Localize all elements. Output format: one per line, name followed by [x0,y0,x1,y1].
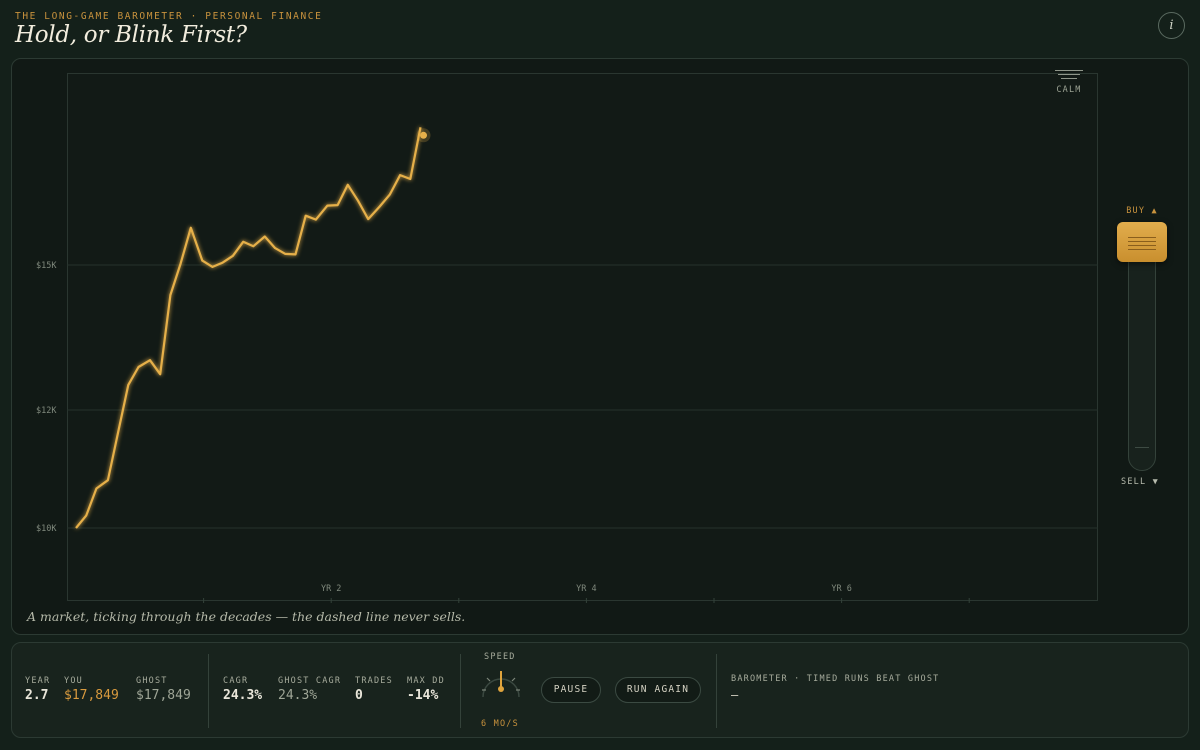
max-dd-label: MAX DD [407,676,445,686]
barometer-status-label: BAROMETER · TIMED RUNS BEAT GHOST [731,674,940,684]
calm-icon [1048,70,1090,79]
barometer-buy-label: BUY ▲ [1126,206,1158,216]
price-chart: $10K $12K $15K YR 2 YR 4 YR 6 [36,127,1098,603]
barometer-handle[interactable] [1117,222,1167,262]
x-tick-label: YR 4 [576,584,596,594]
cagr-value: 24.3% [223,688,263,703]
ghost-label: GHOST [136,676,168,686]
barometer-status-value: — [731,688,739,702]
current-value-dot [420,131,428,139]
cagr-label: CAGR [223,676,249,686]
year-label: YEAR [25,676,51,686]
year-value: 2.7 [25,688,49,703]
ghost-cagr-value: 24.3% [278,688,318,703]
y-tick-label: $10K [36,524,57,534]
stats-divider [716,654,717,728]
barometer-neutral-tick [1135,447,1149,448]
barometer-track[interactable] [1128,230,1156,471]
stats-divider [208,654,209,728]
x-tick-label: YR 2 [321,584,341,594]
ghost-value: $17,849 [136,688,191,703]
you-value: $17,849 [64,688,119,703]
speed-value: 6 MO/S [481,719,519,729]
x-tick-label: YR 6 [831,584,851,594]
you-label: YOU [64,676,83,686]
speed-label: SPEED [484,652,516,662]
calm-label: CALM [1056,85,1082,95]
y-tick-label: $15K [36,261,57,271]
trades-value: 0 [355,688,363,703]
pause-button[interactable]: PAUSE [541,677,601,703]
max-dd-value: -14% [407,688,439,703]
y-tick-label: $12K [36,406,57,416]
series-line-you [75,127,422,529]
run-again-button[interactable]: RUN AGAIN [615,677,701,703]
trades-label: TRADES [355,676,393,686]
speed-dial-icon[interactable] [478,665,524,705]
calm-indicator: CALM [1048,70,1090,95]
barometer-sell-label: SELL ▼ [1121,477,1159,487]
stats-divider [460,654,461,728]
chart-caption: A market, ticking through the decades — … [27,609,466,624]
ghost-cagr-label: GHOST CAGR [278,676,342,686]
